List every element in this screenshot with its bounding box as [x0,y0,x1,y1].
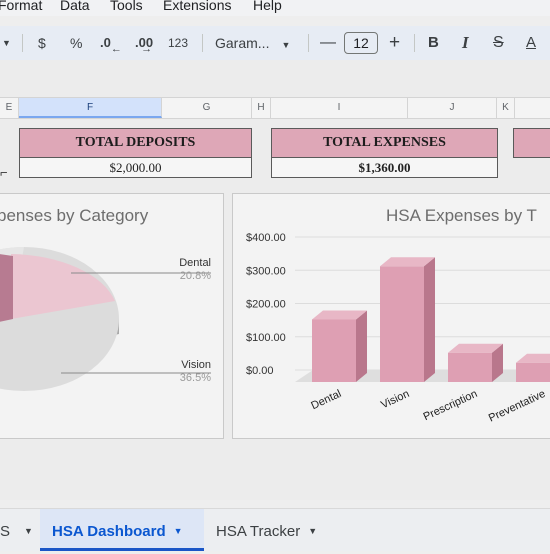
y-tick-label: $0.00 [246,365,274,377]
bar-side [424,257,435,382]
pie-slice-dark [0,254,13,322]
pie-chart-svg [0,247,211,391]
menu-data[interactable]: Data [60,0,90,13]
font-name: Garam... [215,35,270,51]
strikethrough-icon[interactable]: S [493,26,504,60]
font-size-input[interactable]: 12 [344,32,378,54]
column-header-g[interactable]: G [162,98,252,118]
text-color-button[interactable]: A [526,26,536,60]
summary-header-partial [513,128,550,158]
bar-dental [312,319,356,382]
pie-label-vision: Vision [181,359,211,371]
total-expenses-header: TOTAL EXPENSES [271,128,498,158]
total-deposits-value[interactable]: $2,000.00 [19,157,252,178]
column-header-row: E F G H I J K [0,97,550,119]
y-tick-label: $400.00 [246,232,286,244]
toolbar-divider [22,34,23,52]
toolbar: ▼ $ % .0← .00→ 123 Garam... ▼ — 12 + B I … [0,26,550,60]
chevron-down-icon: ▼ [308,526,318,536]
font-select[interactable]: Garam... ▼ [215,26,290,60]
column-header-f[interactable]: F [19,98,162,118]
cell-cursor: ⌐ [0,165,8,180]
sheet-tab-bar: S ▼ HSA Dashboard ▼ HSA Tracker ▼ [0,508,550,551]
chevron-down-icon: ▼ [24,526,33,536]
x-category-label: Vision [379,388,411,411]
menu-format[interactable]: Format [0,0,42,13]
pie-chart-panel[interactable]: penses by Category Dental 20.8% Vision 3… [0,193,224,439]
column-header-k[interactable]: K [497,98,515,118]
increase-decimal-button[interactable]: .00→ [135,26,164,60]
arrow-left-icon: ← [110,43,122,55]
y-tick-label: $300.00 [246,265,286,277]
column-header-e[interactable]: E [0,98,19,118]
bold-button[interactable]: B [428,26,439,60]
x-category-label: Prescription [422,388,480,423]
sheet-tab-partial-label: S [0,523,11,540]
column-header-i[interactable]: I [271,98,408,118]
font-size-decrease-button[interactable]: — [320,26,336,60]
column-header-partial[interactable] [515,98,550,118]
x-category-label: Preventative [487,388,547,425]
column-header-h[interactable]: H [252,98,271,118]
sheet-tab-label: HSA Dashboard [52,523,166,540]
arrow-right-icon: → [141,43,153,55]
menu-extensions[interactable]: Extensions [163,0,231,13]
bar-side [356,310,367,382]
pie-pct-dental: 20.8% [179,270,211,282]
menu-tools[interactable]: Tools [110,0,143,13]
y-tick-label: $100.00 [246,332,286,344]
bar-top [516,353,550,363]
total-expenses-value[interactable]: $1,360.00 [271,157,498,178]
toolbar-divider [308,34,309,52]
decrease-decimal-label: .0 [100,35,111,50]
chevron-down-icon: ▼ [173,526,183,536]
y-tick-label: $200.00 [246,299,286,311]
font-size-increase-button[interactable]: + [389,26,400,60]
sheet-tab-partial[interactable]: S ▼ [0,509,40,551]
sheet-tab-hsa-tracker[interactable]: HSA Tracker ▼ [216,509,346,551]
italic-button[interactable]: I [462,26,469,60]
total-deposits-header: TOTAL DEPOSITS [19,128,252,158]
pie-pct-vision: 36.5% [179,372,211,384]
sheet-tab-label: HSA Tracker [216,523,301,540]
toolbar-divider [414,34,415,52]
percent-format-button[interactable]: % [70,26,82,60]
bar-preventative [516,362,550,382]
pie-label-dental: Dental [179,257,211,269]
sheet-tab-hsa-dashboard[interactable]: HSA Dashboard ▼ [40,509,204,551]
bar-vision [380,266,424,382]
menu-help[interactable]: Help [253,0,282,13]
column-header-j[interactable]: J [408,98,497,118]
menu-bar: Format Data Tools Extensions Help [0,0,550,16]
x-category-label: Dental [309,388,343,412]
chevron-down-icon[interactable]: ▼ [2,26,11,60]
chevron-down-icon: ▼ [281,40,291,50]
bar-prescription [448,352,492,382]
decrease-decimal-button[interactable]: .0← [100,26,122,60]
bar-chart-panel[interactable]: HSA Expenses by T $0.00 $100.00 $200.00 $30… [232,193,550,439]
bar-chart-svg: $0.00 $100.00 $200.00 $300.00 $400.00 Dental V… [246,232,550,425]
more-formats-button[interactable]: 123 [168,26,188,60]
toolbar-divider [202,34,203,52]
currency-format-button[interactable]: $ [38,26,46,60]
